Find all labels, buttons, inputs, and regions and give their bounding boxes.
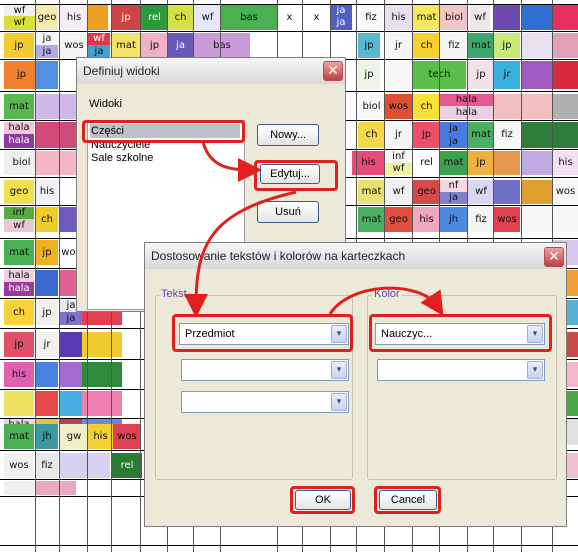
arrow-parts-to-edit [201, 141, 262, 182]
arrow-text-to-color [328, 286, 444, 317]
annotation-arrows [184, 141, 444, 318]
arrow-edit-to-text [184, 190, 297, 318]
